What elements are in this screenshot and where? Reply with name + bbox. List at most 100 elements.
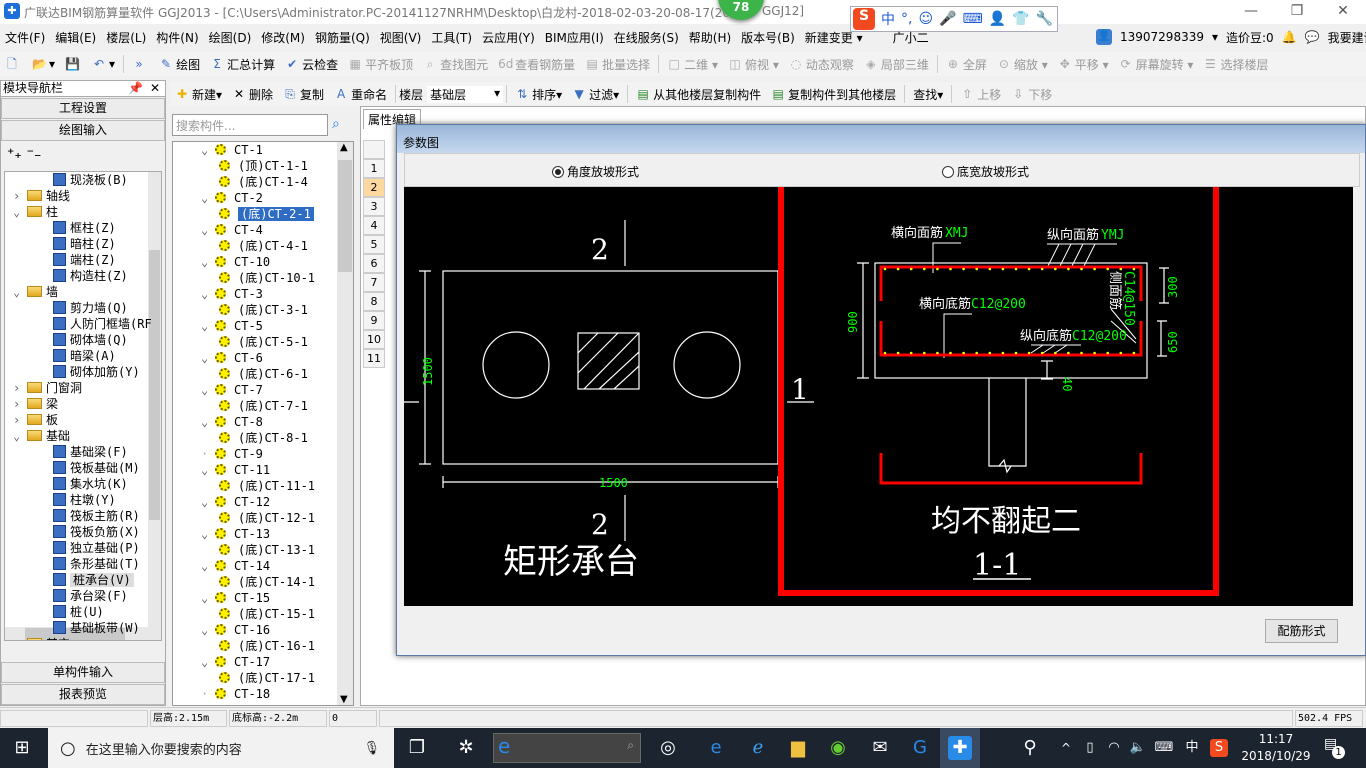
component-item[interactable]: (底)CT-2-1: [219, 206, 314, 222]
row-header[interactable]: 11: [363, 349, 385, 368]
menu-item[interactable]: 工具(T): [426, 29, 477, 46]
component-item[interactable]: ⌄ CT-5: [201, 318, 263, 334]
nav-tree-item[interactable]: › 其它: [13, 636, 70, 640]
task-view-icon[interactable]: ❐: [405, 736, 429, 760]
component-tree-scrollbar[interactable]: ▲ ▼: [337, 142, 353, 705]
zoom-button[interactable]: ⊙ 缩放 ▾: [992, 56, 1053, 73]
component-item[interactable]: ⌄ CT-4: [201, 222, 263, 238]
mic-icon[interactable]: 🎤: [939, 11, 956, 27]
keyboard-icon[interactable]: ⌨: [1152, 736, 1176, 760]
app-glodon-icon[interactable]: ◎: [656, 736, 680, 760]
orbit-button[interactable]: ◌ 动态观察: [784, 56, 859, 73]
menu-item[interactable]: 文件(F): [0, 29, 50, 46]
component-item[interactable]: ⌄ CT-6: [201, 350, 263, 366]
minimize-button[interactable]: —: [1228, 0, 1274, 24]
batch-select-button[interactable]: ▤ 批量选择: [580, 56, 655, 73]
sort-button[interactable]: ⇅ 排序▾: [510, 86, 567, 103]
filter-button[interactable]: ▼ 过滤▾: [567, 86, 624, 103]
menu-item[interactable]: 钢筋量(Q): [310, 29, 375, 46]
component-item[interactable]: ⌄ CT-10: [201, 254, 270, 270]
component-item[interactable]: (底)CT-6-1: [219, 366, 308, 382]
browser-search-box[interactable]: e ⌕: [493, 733, 641, 763]
menu-item[interactable]: 广小二: [888, 29, 934, 46]
account-phone[interactable]: 13907298339: [1120, 30, 1204, 44]
view-2d-button[interactable]: □ 二维 ▾: [662, 56, 723, 73]
find-element-button[interactable]: ⌕ 查找图元: [418, 56, 493, 73]
nav-tree-item[interactable]: 人防门框墙(RF: [53, 316, 152, 332]
nav-tree-item[interactable]: 基础板带(W): [53, 620, 140, 636]
wifi-icon[interactable]: ◠: [1102, 736, 1126, 760]
restore-button[interactable]: ❐: [1274, 0, 1320, 24]
menu-item[interactable]: 绘图(D): [204, 29, 257, 46]
align-slab-top-button[interactable]: ▦ 平齐板顶: [343, 56, 418, 73]
component-item[interactable]: ⌄ CT-7: [201, 382, 263, 398]
nav-tree-item[interactable]: 桩承台(V): [53, 572, 134, 588]
radio-angle-slope[interactable]: 角度放坡形式: [552, 163, 639, 180]
close-icon[interactable]: ✕: [150, 81, 160, 96]
user-avatar-icon[interactable]: 👤: [1096, 29, 1112, 45]
component-item[interactable]: (底)CT-10-1: [219, 270, 315, 286]
row-header[interactable]: 2: [363, 178, 385, 197]
component-item[interactable]: ⌄ CT-1: [201, 142, 263, 158]
copy-to-floor-button[interactable]: ▤ 复制构件到其他楼层: [766, 86, 901, 103]
tray-icons[interactable]: ^: [1054, 736, 1078, 760]
nav-tree-item[interactable]: 集水坑(K): [53, 476, 128, 492]
ie-icon[interactable]: ℯ: [746, 736, 770, 760]
component-item[interactable]: ⌄ CT-11: [201, 462, 270, 478]
project-settings-button[interactable]: 工程设置: [1, 98, 165, 119]
draw-button[interactable]: ✎ 绘图: [154, 56, 205, 73]
component-item[interactable]: (底)CT-15-1: [219, 606, 315, 622]
menu-item[interactable]: 修改(M): [256, 29, 310, 46]
component-item[interactable]: (底)CT-11-1: [219, 478, 315, 494]
floor-select[interactable]: 基础层 ▾: [427, 85, 504, 103]
nav-tree-item[interactable]: 现浇板(B): [53, 172, 128, 188]
keyboard-icon[interactable]: ⌨: [963, 11, 983, 27]
report-preview-button[interactable]: 报表预览: [1, 684, 165, 705]
people-icon[interactable]: ⚲: [1018, 736, 1042, 760]
pin-icon[interactable]: 📌: [128, 81, 143, 96]
delete-button[interactable]: ✕ 删除: [227, 86, 278, 103]
menu-item[interactable]: 新建变更 ▾: [800, 29, 868, 46]
row-header[interactable]: 6: [363, 254, 385, 273]
more-button[interactable]: »: [127, 57, 154, 71]
local-3d-button[interactable]: ◈ 局部三维: [859, 56, 934, 73]
menu-item[interactable]: 构件(N): [151, 29, 203, 46]
open-file-button[interactable]: 📂 ▾: [27, 57, 60, 71]
component-item[interactable]: ⌄ CT-14: [201, 558, 270, 574]
move-down-button[interactable]: ⇩ 下移: [1006, 86, 1057, 103]
file-explorer-icon[interactable]: ▆: [786, 736, 810, 760]
nav-tree-item[interactable]: 构造柱(Z): [53, 268, 128, 284]
expand-all-icon[interactable]: ⁺₊: [7, 146, 22, 162]
nav-tree-item[interactable]: 条形基础(T): [53, 556, 140, 572]
pan-button[interactable]: ✥ 平移 ▾: [1053, 56, 1114, 73]
row-header[interactable]: 3: [363, 197, 385, 216]
menu-item[interactable]: 版本号(B): [736, 29, 800, 46]
wrench-icon[interactable]: 🔧: [1036, 11, 1053, 27]
rename-button[interactable]: A 重命名: [329, 86, 392, 103]
nav-tree-item[interactable]: 独立基础(P): [53, 540, 140, 556]
component-item[interactable]: (底)CT-14-1: [219, 574, 315, 590]
nav-tree-item[interactable]: 砌体墙(Q): [53, 332, 128, 348]
edge-icon[interactable]: e: [704, 736, 728, 760]
nav-tree-item[interactable]: › 板: [13, 412, 58, 428]
nav-tree-item[interactable]: 暗柱(Z): [53, 236, 116, 252]
summary-calc-button[interactable]: Σ 汇总计算: [205, 56, 280, 73]
nav-tree-item[interactable]: 筏板基础(M): [53, 460, 140, 476]
component-item[interactable]: (底)CT-1-4: [219, 174, 308, 190]
nav-tree-item[interactable]: 承台梁(F): [53, 588, 128, 604]
top-view-button[interactable]: ◫ 俯视 ▾: [723, 56, 784, 73]
app-fan-icon[interactable]: ✲: [454, 736, 478, 760]
close-button[interactable]: ✕: [1320, 0, 1366, 24]
radio-width-slope[interactable]: 底宽放坡形式: [942, 163, 1029, 180]
nav-tree-item[interactable]: ⌄ 墙: [13, 284, 58, 300]
component-item[interactable]: ⌄ CT-15: [201, 590, 270, 606]
component-item[interactable]: ⌄ CT-17: [201, 654, 270, 670]
rotate-button[interactable]: ⟳ 屏幕旋转 ▾: [1114, 56, 1199, 73]
nav-tree-item[interactable]: 框柱(Z): [53, 220, 116, 236]
chat-icon[interactable]: 💬: [1305, 30, 1320, 44]
nav-tree-item[interactable]: 筏板负筋(X): [53, 524, 140, 540]
row-header[interactable]: 8: [363, 292, 385, 311]
nav-tree-item[interactable]: › 轴线: [13, 188, 70, 204]
nav-tree-item[interactable]: 柱墩(Y): [53, 492, 116, 508]
view-rebar-button[interactable]: 6d 查看钢筋量: [493, 56, 580, 73]
